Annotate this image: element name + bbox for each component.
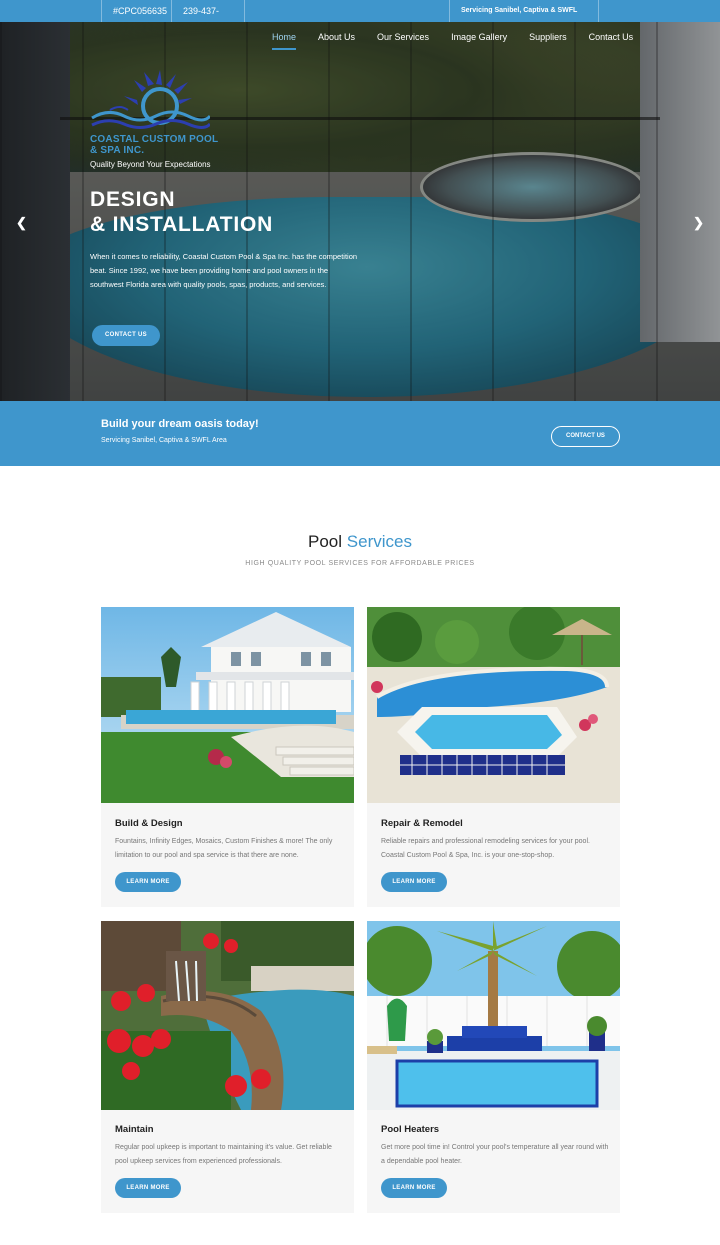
card-description: Get more pool time in! Control your pool… [381,1144,609,1165]
service-image-palm-pool [367,921,620,1110]
nav-image-gallery[interactable]: Image Gallery [451,32,507,50]
brand-name-line1: COASTAL CUSTOM POOL [90,134,219,145]
nav-our-services[interactable]: Our Services [377,32,429,50]
services-subtitle: HIGH QUALITY POOL SERVICES FOR AFFORDABL… [245,560,475,567]
service-image-spa-pool [367,607,620,803]
learn-more-button[interactable]: LEARN MORE [381,1178,447,1198]
hero-description: When it comes to reliability, Coastal Cu… [90,252,358,289]
nav-home[interactable]: Home [272,32,297,50]
sun-wave-logo-icon [91,70,210,129]
top-bar: #CPC056635 239-437-3636 Servicing Sanibe… [0,0,720,38]
cta-subtext: Servicing Sanibel, Captiva & SWFL Area [101,437,227,444]
service-card-repair-remodel: Repair & Remodel Reliable repairs and pr… [367,607,620,907]
hero-title: DESIGN & INSTALLATION [90,187,273,237]
service-card-pool-heaters: Pool Heaters Get more pool time in! Cont… [367,921,620,1213]
services-title: Pool Services [0,532,720,552]
service-image-fountain-flowers [101,921,354,1110]
card-description: Fountains, Infinity Edges, Mosaics, Cust… [115,838,333,859]
brand-name: COASTAL CUSTOM POOL & SPA INC. [90,134,230,156]
service-area-text: Servicing Sanibel, Captiva & SWFL Area [449,0,599,36]
card-title: Pool Heaters [381,1124,440,1135]
chevron-left-icon[interactable]: ❮ [16,215,27,231]
hero-contact-button[interactable]: CONTACT US [92,325,160,346]
nav-suppliers[interactable]: Suppliers [529,32,567,50]
services-title-plain: Pool [308,532,343,551]
card-title: Build & Design [115,818,183,829]
site-logo[interactable]: COASTAL CUSTOM POOL & SPA INC. Quality B… [90,70,230,169]
hero-slider: Home About Us Our Services Image Gallery… [0,22,720,401]
service-card-build-design: Build & Design Fountains, Infinity Edges… [101,607,354,907]
service-card-maintain: Maintain Regular pool upkeep is importan… [101,921,354,1213]
nav-contact-us[interactable]: Contact Us [589,32,634,50]
services-title-accent: Services [346,532,412,551]
learn-more-button[interactable]: LEARN MORE [115,872,181,892]
brand-tagline: Quality Beyond Your Expectations [90,160,211,169]
license-number: #CPC056635 [101,0,172,22]
hero-title-line1: DESIGN [90,188,176,211]
hero-title-line2: & INSTALLATION [90,213,274,236]
nav-about-us[interactable]: About Us [318,32,355,50]
cta-heading: Build your dream oasis today! [101,418,259,430]
cta-band: Build your dream oasis today! Servicing … [0,401,720,466]
brand-name-line2: & SPA INC. [90,145,145,156]
main-nav: Home About Us Our Services Image Gallery… [272,32,655,50]
learn-more-button[interactable]: LEARN MORE [115,1178,181,1198]
chevron-right-icon[interactable]: ❯ [693,215,704,231]
card-description: Regular pool upkeep is important to main… [115,1144,332,1165]
card-description: Reliable repairs and professional remode… [381,838,590,859]
card-title: Maintain [115,1124,154,1135]
cta-contact-button[interactable]: CONTACT US [551,426,620,447]
card-title: Repair & Remodel [381,818,463,829]
service-image-house-pool [101,607,354,803]
phone-link[interactable]: 239-437-3636 [172,0,245,38]
learn-more-button[interactable]: LEARN MORE [381,872,447,892]
